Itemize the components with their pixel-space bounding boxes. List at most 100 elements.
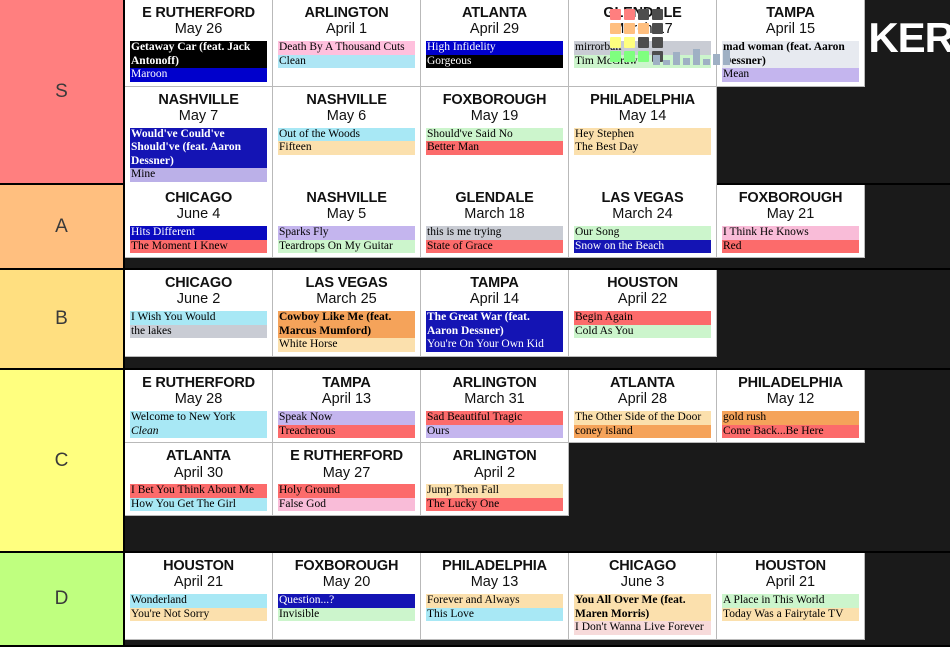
card-date: May 5 — [326, 206, 367, 223]
tier-label-s[interactable]: S — [0, 0, 125, 183]
card-date: April 30 — [173, 464, 224, 481]
tier-card[interactable]: CHICAGO June 4 Hits Different The Moment I … — [125, 185, 273, 259]
tier-card[interactable]: ARLINGTON April 1 Death By A Thousand Cuts… — [273, 0, 421, 87]
card-song: Out of the Woods — [278, 127, 415, 142]
card-date: June 3 — [620, 574, 665, 591]
card-city: LAS VEGAS — [601, 190, 684, 206]
card-song: Cowboy Like Me (feat. Marcus Mumford) — [278, 311, 415, 339]
card-song: Ours — [426, 424, 563, 439]
card-city: TAMPA — [470, 275, 519, 291]
tier-card[interactable]: TAMPA April 14 The Great War (feat. Aaron … — [421, 270, 569, 357]
card-date: April 2 — [473, 464, 516, 481]
tier-card[interactable]: HOUSTON April 21 Wonderland You're Not Sorr… — [125, 553, 273, 640]
card-song-list: gold rush Come Back...Be Here — [722, 411, 859, 439]
card-song: Mean — [722, 68, 859, 82]
card-song: Would've Could've Should've (feat. Aaron… — [130, 127, 267, 169]
tier-card[interactable]: LAS VEGAS March 24 Our Song Snow on the Bea… — [569, 185, 717, 259]
tier-card[interactable]: E RUTHERFORD May 26 Getaway Car (feat. Jac… — [125, 0, 273, 87]
card-date: April 21 — [173, 574, 224, 591]
tier-label-b[interactable]: B — [0, 270, 125, 368]
tier-card[interactable]: NASHVILLE May 5 Sparks Fly Teardrops On My … — [273, 185, 421, 259]
tier-card[interactable]: FOXBOROUGH May 19 Should've Said No Better … — [421, 86, 569, 187]
tier-items-b: CHICAGO June 2I Wish You Would the lakes LA… — [125, 270, 950, 368]
card-song: the lakes — [130, 324, 267, 339]
card-song: You're On Your Own Kid — [426, 338, 563, 352]
tier-card[interactable]: PHILADELPHIA May 13 Forever and Always This… — [421, 553, 569, 640]
card-song: This Love — [426, 607, 563, 622]
card-song: Red — [722, 239, 859, 254]
tier-card[interactable]: E RUTHERFORD May 27 Holy Ground False God — [273, 443, 421, 517]
tier-card[interactable]: PHILADELPHIA May 12 gold rush Come Back...B… — [717, 370, 865, 444]
tier-card[interactable]: CHICAGO June 3 You All Over Me (feat. Mare… — [569, 553, 717, 640]
tier-label-d[interactable]: D — [0, 553, 125, 645]
card-song: Sad Beautiful Tragic — [426, 411, 563, 425]
card-date: April 13 — [321, 391, 372, 408]
card-city: HOUSTON — [163, 558, 234, 574]
card-city: NASHVILLE — [306, 190, 387, 206]
card-song: Speak Now — [278, 411, 415, 425]
tier-card[interactable]: ATLANTA April 30 I Bet You Think About Me H… — [125, 443, 273, 517]
card-city: ARLINGTON — [304, 5, 389, 21]
card-song: this is me trying — [426, 226, 563, 240]
card-song: Clean — [278, 54, 415, 69]
tier-card[interactable]: NASHVILLE May 7 Would've Could've Should'v… — [125, 86, 273, 187]
card-city: HOUSTON — [607, 275, 678, 291]
card-song-list: Hits Different The Moment I Knew — [130, 226, 267, 254]
card-song-list: Our Song Snow on the Beach — [574, 226, 711, 254]
tier-card[interactable]: ARLINGTON April 2 Jump Then Fall The Lucky … — [421, 443, 569, 517]
card-city: CHICAGO — [608, 558, 677, 574]
tier-card[interactable]: TAMPA April 13 Speak Now Treacherous — [273, 370, 421, 444]
tier-card[interactable]: TAMPA April 15 mad woman (feat. Aaron Dess… — [717, 0, 865, 87]
tier-card[interactable]: FOXBOROUGH May 20 Question...? Invisible — [273, 553, 421, 640]
card-city: FOXBOROUGH — [442, 91, 547, 108]
card-song: The Other Side of the Door — [574, 411, 711, 425]
tier-card[interactable]: HOUSTON April 22 Begin Again Cold As You — [569, 270, 717, 357]
card-city: PHILADELPHIA — [590, 91, 695, 108]
tier-card[interactable]: FOXBOROUGH May 21 I Think He Knows Red — [717, 185, 865, 259]
card-city: PHILADELPHIA — [442, 558, 547, 574]
tier-row-d: D HOUSTON April 21 Wonderland You're Not Sor… — [0, 553, 950, 647]
card-date: May 21 — [766, 206, 815, 223]
tier-card[interactable]: HOUSTON April 21 A Place in This World Toda… — [717, 553, 865, 640]
card-song: Getaway Car (feat. Jack Antonoff) — [130, 41, 267, 69]
tier-card[interactable]: ARLINGTON March 31 Sad Beautiful Tragic Our… — [421, 370, 569, 444]
card-song: Wonderland — [130, 594, 267, 608]
card-song: Treacherous — [278, 424, 415, 439]
card-song: coney island — [574, 424, 711, 439]
tier-card[interactable]: NASHVILLE May 6 Out of the Woods Fifteen — [273, 86, 421, 187]
card-date: April 14 — [469, 291, 520, 308]
card-song-list: I Bet You Think About Me How You Get The … — [130, 484, 267, 512]
card-song-list: Would've Could've Should've (feat. Aaron… — [130, 127, 267, 182]
tier-row-c: CE RUTHERFORD May 28 Welcome to New York Cl… — [0, 370, 950, 553]
tier-card[interactable]: CHICAGO June 2 I Wish You Would the lakes — [125, 270, 273, 357]
card-city: ATLANTA — [610, 375, 675, 391]
tier-card[interactable]: LAS VEGAS March 25 Cowboy Like Me (feat. M… — [273, 270, 421, 357]
tier-card[interactable]: PHILADELPHIA May 14 Hey Stephen The Best Da… — [569, 86, 717, 187]
tier-card[interactable]: E RUTHERFORD May 28 Welcome to New York Cle… — [125, 370, 273, 444]
tier-card[interactable]: ATLANTA April 28 The Other Side of the Doo… — [569, 370, 717, 444]
card-song: Maroon — [130, 68, 267, 82]
tier-card[interactable]: GLENDALE March 17 mirrorball Tim McGraw — [569, 0, 717, 87]
card-date: March 24 — [612, 206, 673, 223]
card-song-list: mirrorball Tim McGraw — [574, 41, 711, 69]
card-city: HOUSTON — [755, 558, 826, 574]
card-song-list: I Wish You Would the lakes — [130, 311, 267, 339]
card-song-list: Out of the Woods Fifteen — [278, 127, 415, 155]
tier-card[interactable]: GLENDALE March 18 this is me trying State o… — [421, 185, 569, 259]
tier-label-a[interactable]: A — [0, 185, 125, 268]
card-song: A Place in This World — [722, 594, 859, 608]
card-song-list: this is me trying State of Grace — [426, 226, 563, 254]
card-city: LAS VEGAS — [305, 275, 388, 291]
card-song-list: Hey Stephen The Best Day — [574, 127, 711, 155]
card-song: The Best Day — [574, 141, 711, 155]
tier-label-c[interactable]: C — [0, 370, 125, 551]
card-song-list: Forever and Always This Love — [426, 594, 563, 622]
card-date: May 13 — [470, 574, 519, 591]
card-date: April 21 — [765, 574, 816, 591]
tier-card[interactable]: ATLANTA April 29 High Infidelity Gorgeous — [421, 0, 569, 87]
card-city: GLENDALE — [455, 190, 534, 206]
card-song: mirrorball — [574, 41, 711, 55]
card-city: FOXBOROUGH — [738, 190, 843, 206]
card-song: You All Over Me (feat. Maren Morris) — [574, 594, 711, 622]
card-song: Mine — [130, 168, 267, 182]
